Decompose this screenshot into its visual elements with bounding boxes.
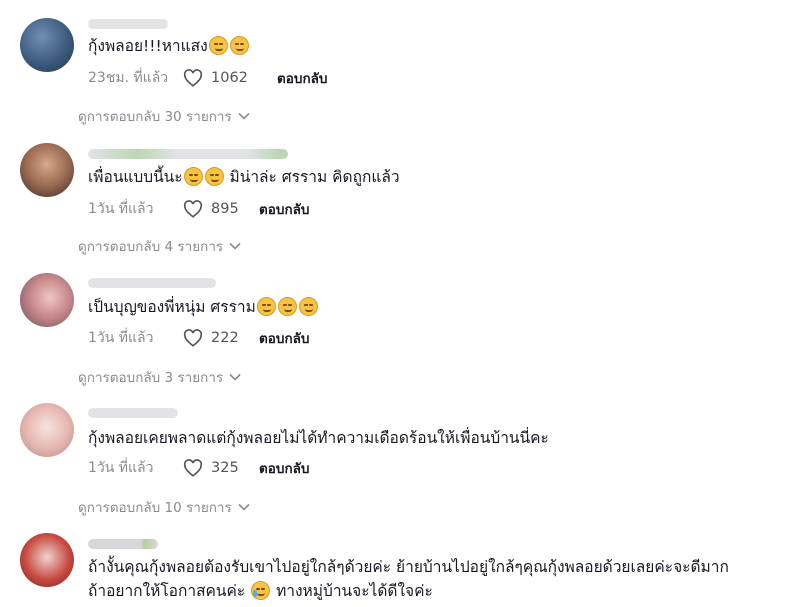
heart-icon [183,459,203,477]
comment-text-main: กุ้งพลอย!!!หาแสง [88,37,208,55]
comment-text-line2-tail: ทางหมู่บ้านจะได้ดีใจค่ะ [271,582,433,600]
grin-emoji-icon [208,36,228,55]
comment-text: กุ้งพลอยเคยพลาดแต่กุ้งพลอยไม่ได้ทำความเด… [88,427,549,449]
like-button[interactable]: 1062 [183,69,255,87]
comment-time: 1วัน ที่แล้ว [88,201,154,217]
comment-meta: 1วัน ที่แล้ว 895 ตอบกลับ [88,198,309,220]
like-count: 325 [211,460,239,476]
comment-text: ถ้างั้นคุณกุ้งพลอยต้องรับเขาไปอยู่ใกล้ๆด… [88,556,729,578]
comment-text-main: เป็นบุญของพี่หนุ่ม ศรราม [88,298,256,316]
chevron-down-icon [229,373,241,381]
username-blurred[interactable] [88,19,168,29]
comment-text: เป็นบุญของพี่หนุ่ม ศรราม [88,296,319,318]
grin-emoji-icon [204,167,224,186]
reply-button[interactable]: ตอบกลับ [259,457,309,479]
view-replies-label: ดูการตอบกลับ 4 รายการ [78,239,224,255]
heart-icon [183,200,203,218]
like-button[interactable]: 895 [183,200,255,218]
like-button[interactable]: 325 [183,459,255,477]
comment-text: เพื่อนแบบนี้นะ มิน่าล่ะ ศรราม คิดถูกแล้ว [88,166,400,188]
comment-meta: 1วัน ที่แล้ว 325 ตอบกลับ [88,457,309,479]
comment-time: 23ชม. ที่แล้ว [88,70,169,86]
username-blurred[interactable] [88,408,178,418]
heart-icon [183,69,203,87]
username-blurred[interactable] [88,149,288,159]
chevron-down-icon [238,503,250,511]
like-count: 895 [211,201,239,217]
relieved-emoji-icon [298,297,318,316]
grin-emoji-icon [229,36,249,55]
view-replies-label: ดูการตอบกลับ 30 รายการ [78,109,232,125]
comment-time: 1วัน ที่แล้ว [88,460,154,476]
view-replies-label: ดูการตอบกลับ 10 รายการ [78,500,232,516]
avatar[interactable] [20,18,74,72]
avatar[interactable] [20,533,74,587]
chevron-down-icon [229,242,241,250]
heart-icon [183,329,203,347]
comment-text: กุ้งพลอย!!!หาแสง [88,35,250,57]
avatar[interactable] [20,143,74,197]
view-replies-button[interactable]: ดูการตอบกลับ 10 รายการ [78,496,250,518]
grin-emoji-icon [183,167,203,186]
view-replies-button[interactable]: ดูการตอบกลับ 30 รายการ [78,105,250,127]
tears-of-joy-emoji-icon [251,581,271,600]
reply-button[interactable]: ตอบกลับ [277,67,327,89]
view-replies-label: ดูการตอบกลับ 3 รายการ [78,370,224,386]
comment-text: ถ้าอยากให้โอกาสคนค่ะ ทางหมู่บ้านจะได้ดีใ… [88,580,433,602]
reply-button[interactable]: ตอบกลับ [259,198,309,220]
reply-button[interactable]: ตอบกลับ [259,327,309,349]
relieved-emoji-icon [256,297,276,316]
comment-text-main: เพื่อนแบบนี้นะ [88,168,183,186]
comment-text-tail: มิน่าล่ะ ศรราม คิดถูกแล้ว [224,168,400,186]
username-blurred[interactable] [88,539,158,549]
comment-text-main: กุ้งพลอยเคยพลาดแต่กุ้งพลอยไม่ได้ทำความเด… [88,429,549,447]
view-replies-button[interactable]: ดูการตอบกลับ 3 รายการ [78,366,241,388]
avatar[interactable] [20,273,74,327]
comment-meta: 23ชม. ที่แล้ว 1062 ตอบกลับ [88,67,327,89]
username-blurred[interactable] [88,278,216,288]
chevron-down-icon [238,112,250,120]
comment-time: 1วัน ที่แล้ว [88,330,154,346]
avatar[interactable] [20,403,74,457]
relieved-emoji-icon [277,297,297,316]
comment-text-line1: ถ้างั้นคุณกุ้งพลอยต้องรับเขาไปอยู่ใกล้ๆด… [88,558,729,576]
comment-meta: 1วัน ที่แล้ว 222 ตอบกลับ [88,327,309,349]
view-replies-button[interactable]: ดูการตอบกลับ 4 รายการ [78,235,241,257]
like-button[interactable]: 222 [183,329,255,347]
comment-text-line2: ถ้าอยากให้โอกาสคนค่ะ [88,582,246,600]
like-count: 222 [211,330,239,346]
like-count: 1062 [211,70,248,86]
